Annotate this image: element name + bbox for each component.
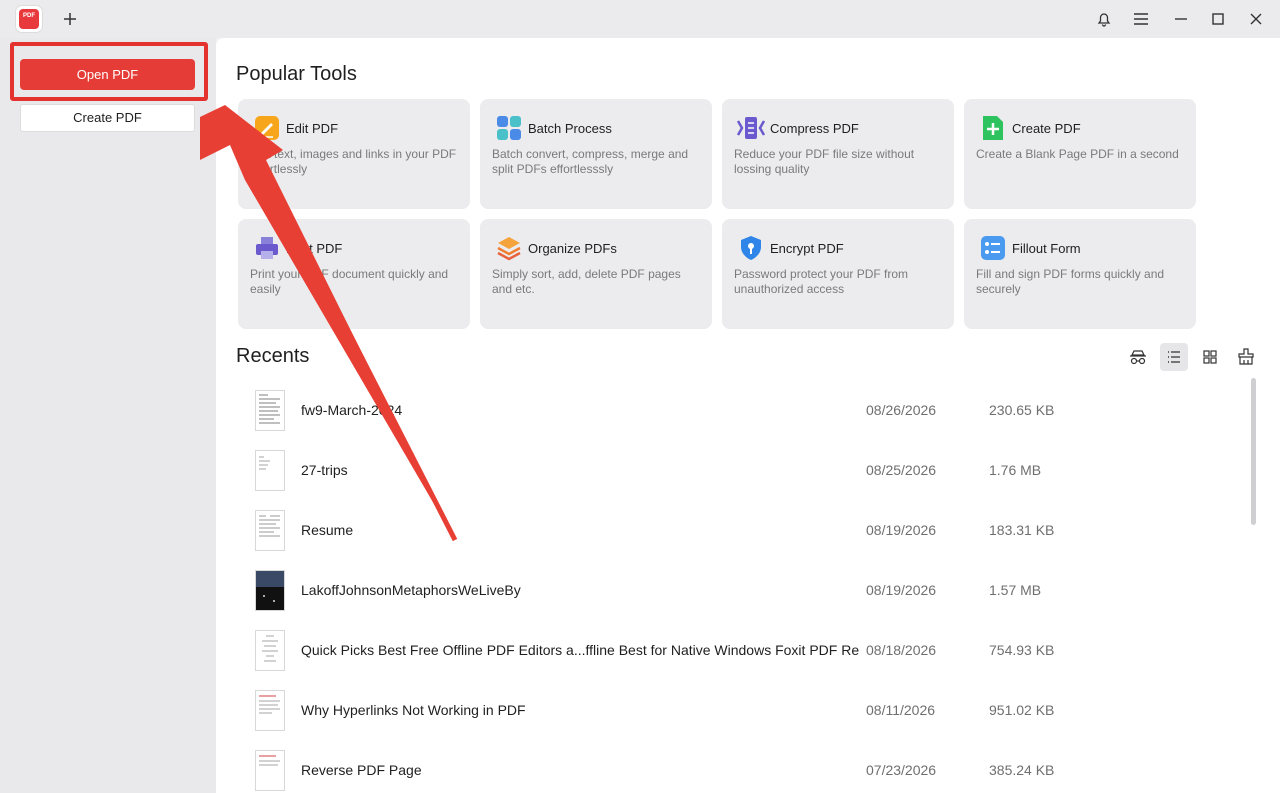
recent-file-row[interactable]: fw9-March-2024 08/26/2026 230.65 KB (236, 380, 1236, 440)
tool-title: Organize PDFs (528, 241, 617, 256)
tool-card-fillout-form[interactable]: Fillout Form Fill and sign PDF forms qui… (964, 219, 1196, 329)
minimize-icon[interactable] (1171, 9, 1191, 29)
create-icon (980, 115, 1006, 141)
file-thumbnail (255, 450, 285, 491)
grid-view-icon[interactable] (1196, 343, 1224, 371)
file-name: 27-trips (301, 462, 348, 478)
tool-card-batch-process[interactable]: Batch Process Batch convert, compress, m… (480, 99, 712, 209)
recents-scrollbar[interactable] (1251, 378, 1256, 525)
tool-desc: Password protect your PDF from unauthori… (734, 267, 909, 296)
file-date: 08/19/2026 (866, 522, 937, 538)
file-name: Why Hyperlinks Not Working in PDF (301, 702, 526, 718)
title-bar: PDF (0, 0, 1280, 38)
file-size: 230.65 KB (989, 402, 1055, 418)
file-size: 1.57 MB (989, 582, 1042, 598)
tool-title: Fillout Form (1012, 241, 1081, 256)
form-icon (980, 235, 1006, 261)
tool-card-print-pdf[interactable]: Print PDF Print your PDF document quickl… (238, 219, 470, 329)
file-date: 08/18/2026 (866, 642, 937, 658)
tool-card-edit-pdf[interactable]: Edit PDF Edit text, images and links in … (238, 99, 470, 209)
file-thumbnail (255, 630, 285, 671)
tool-title: Edit PDF (286, 121, 339, 136)
file-name: Resume (301, 522, 354, 538)
tool-card-encrypt-pdf[interactable]: Encrypt PDF Password protect your PDF fr… (722, 219, 954, 329)
tool-title: Encrypt PDF (770, 241, 844, 256)
file-name: Quick Picks Best Free Offline PDF Editor… (301, 642, 860, 658)
sidebar (0, 38, 216, 793)
tool-card-organize-pdfs[interactable]: Organize PDFs Simply sort, add, delete P… (480, 219, 712, 329)
print-icon (254, 235, 280, 261)
create-pdf-button[interactable]: Create PDF (20, 104, 195, 132)
recent-file-row[interactable]: Why Hyperlinks Not Working in PDF 08/11/… (236, 680, 1236, 740)
file-size: 951.02 KB (989, 702, 1055, 718)
batch-icon (496, 115, 522, 141)
file-name: LakoffJohnsonMetaphorsWeLiveBy (301, 582, 521, 598)
file-thumbnail (255, 510, 285, 551)
file-thumbnail (255, 750, 285, 791)
tool-desc: Create a Blank Page PDF in a second (976, 147, 1179, 161)
tool-title: Compress PDF (770, 121, 859, 136)
tool-title: Print PDF (286, 241, 343, 256)
file-date: 08/19/2026 (866, 582, 937, 598)
file-size: 183.31 KB (989, 522, 1055, 538)
tool-desc: Print your PDF document quickly and easi… (250, 267, 449, 296)
encrypt-icon (738, 235, 764, 261)
file-size: 754.93 KB (989, 642, 1055, 658)
file-name: Reverse PDF Page (301, 762, 422, 778)
recents-title: Recents (236, 345, 310, 367)
recent-file-row[interactable]: Reverse PDF Page 07/23/2026 385.24 KB (236, 740, 1236, 793)
tool-desc: Reduce your PDF file size without lossin… (734, 147, 915, 176)
file-name: fw9-March-2024 (301, 402, 403, 418)
incognito-icon[interactable] (1124, 343, 1152, 371)
recent-file-row[interactable]: 27-trips 08/25/2026 1.76 MB (236, 440, 1236, 500)
clear-icon[interactable] (1232, 343, 1260, 371)
tool-card-compress-pdf[interactable]: Compress PDF Reduce your PDF file size w… (722, 99, 954, 209)
file-thumbnail (255, 690, 285, 731)
file-size: 1.76 MB (989, 462, 1042, 478)
file-date: 07/23/2026 (866, 762, 937, 778)
popular-tools-title: Popular Tools (236, 63, 357, 85)
file-date: 08/11/2026 (866, 702, 936, 718)
tool-title: Create PDF (1012, 121, 1081, 136)
tool-desc: Edit text, images and links in your PDF … (250, 147, 457, 176)
edit-icon (254, 115, 280, 141)
file-size: 385.24 KB (989, 762, 1055, 778)
app-logo-text: PDF (23, 13, 35, 19)
tool-card-create-pdf[interactable]: Create PDF Create a Blank Page PDF in a … (964, 99, 1196, 209)
plus-icon[interactable] (60, 9, 80, 29)
app-logo-icon[interactable]: PDF (16, 6, 42, 32)
tool-desc: Fill and sign PDF forms quickly and secu… (976, 267, 1165, 296)
maximize-icon[interactable] (1208, 9, 1228, 29)
file-thumbnail (255, 570, 285, 611)
file-date: 08/25/2026 (866, 462, 937, 478)
tool-desc: Batch convert, compress, merge and split… (492, 147, 689, 176)
recent-file-row[interactable]: Quick Picks Best Free Offline PDF Editor… (236, 620, 1236, 680)
compress-icon (734, 115, 768, 141)
menu-icon[interactable] (1131, 9, 1151, 29)
tool-title: Batch Process (528, 121, 612, 136)
recent-file-row[interactable]: LakoffJohnsonMetaphorsWeLiveBy 08/19/202… (236, 560, 1236, 620)
bell-icon[interactable] (1094, 9, 1114, 29)
recent-file-row[interactable]: Resume 08/19/2026 183.31 KB (236, 500, 1236, 560)
organize-icon (496, 235, 522, 261)
close-icon[interactable] (1246, 9, 1266, 29)
annotation-highlight-box (10, 42, 208, 101)
tool-desc: Simply sort, add, delete PDF pages and e… (492, 267, 681, 296)
list-view-icon[interactable] (1160, 343, 1188, 371)
file-thumbnail (255, 390, 285, 431)
file-date: 08/26/2026 (866, 402, 937, 418)
